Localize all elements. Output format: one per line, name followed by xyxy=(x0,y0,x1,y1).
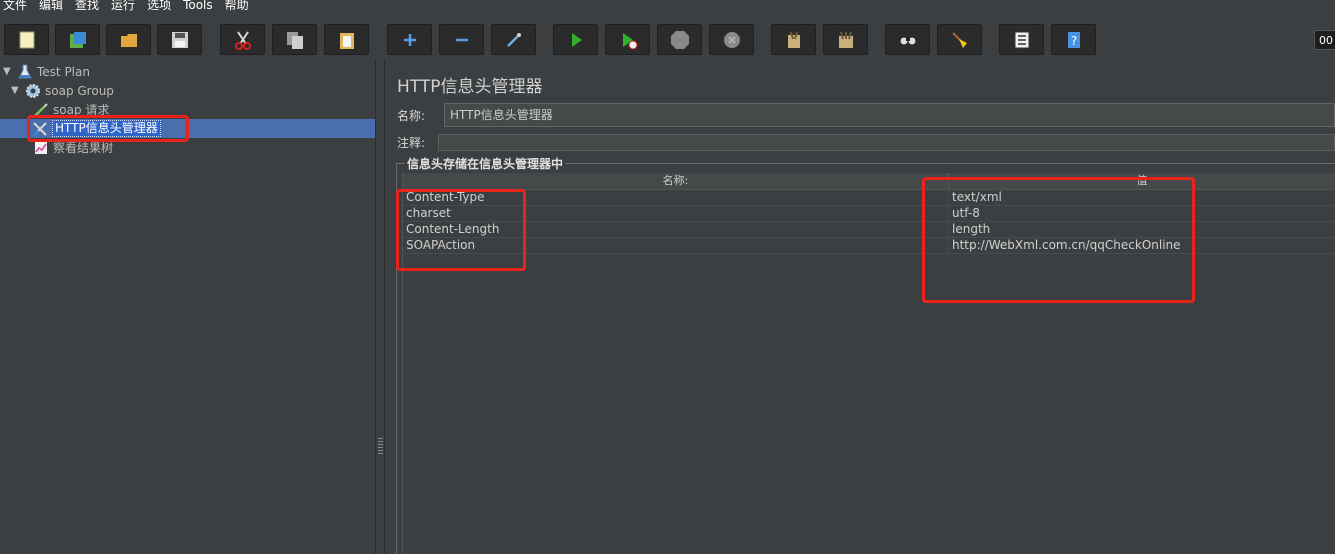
menu-file[interactable]: 文件 xyxy=(0,0,31,11)
comment-field-row: 注释: xyxy=(397,130,444,154)
tree-node-header-manager[interactable]: HTTP信息头管理器 xyxy=(32,119,161,138)
tree-label-result-tree: 察看结果树 xyxy=(53,141,114,155)
clear-all-button[interactable] xyxy=(823,24,868,55)
gear-icon xyxy=(26,83,40,98)
header-manager-panel: HTTP信息头管理器 名称: HTTP信息头管理器 注释: 信息头存储在信息头管… xyxy=(386,60,1335,554)
headers-table: 名称: 值 Content-Type text/xml charset utf-… xyxy=(402,173,1335,554)
header-name-cell[interactable]: SOAPAction xyxy=(403,238,949,253)
templates-button[interactable] xyxy=(55,24,100,55)
templates-icon xyxy=(69,31,86,48)
open-button[interactable] xyxy=(106,24,151,55)
clear-icon xyxy=(787,31,800,48)
panel-splitter[interactable] xyxy=(375,60,385,554)
new-icon xyxy=(19,31,34,48)
shutdown-button[interactable] xyxy=(709,24,754,55)
copy-icon xyxy=(286,31,303,49)
comment-label: 注释: xyxy=(397,135,426,150)
table-row[interactable]: Content-Type text/xml xyxy=(403,190,1335,206)
table-row[interactable]: charset utf-8 xyxy=(403,206,1335,222)
page-title: HTTP信息头管理器 xyxy=(397,77,543,97)
function-helper-button[interactable] xyxy=(999,24,1044,55)
headers-group-title: 信息头存储在信息头管理器中 xyxy=(405,155,566,172)
collapse-icon xyxy=(455,38,468,41)
menu-bar: 文件 编辑 查找 运行 选项 Tools 帮助 xyxy=(0,0,1335,16)
menu-tools[interactable]: Tools xyxy=(179,0,217,11)
header-name-cell[interactable]: Content-Length xyxy=(403,222,949,237)
header-name-cell[interactable]: charset xyxy=(403,206,949,221)
expand-arrow-icon[interactable]: ▼ xyxy=(11,85,21,96)
function-helper-icon xyxy=(1014,31,1029,48)
toolbar: ? 00 xyxy=(0,16,1335,60)
column-header-name[interactable]: 名称: xyxy=(403,173,949,189)
wrench-icon xyxy=(33,121,47,136)
column-header-value[interactable]: 值 xyxy=(949,173,1335,189)
header-value-cell[interactable]: http://WebXml.com.cn/qqCheckOnline xyxy=(949,238,1335,253)
shutdown-icon xyxy=(723,31,740,48)
tree-label-test-plan: Test Plan xyxy=(37,64,90,79)
chart-icon xyxy=(35,141,47,154)
tree-node-sampler[interactable]: soap 请求 xyxy=(33,100,109,119)
start-no-pauses-button[interactable] xyxy=(605,24,650,55)
tree-node-test-plan[interactable]: ▼ Test Plan xyxy=(3,62,90,81)
search-button[interactable] xyxy=(885,24,930,55)
name-label: 名称: xyxy=(397,108,426,123)
tree-label-header-manager: HTTP信息头管理器 xyxy=(52,120,161,137)
elapsed-time-readout: 00 xyxy=(1314,30,1335,50)
name-field-row: 名称: xyxy=(397,103,444,127)
start-button[interactable] xyxy=(553,24,598,55)
reset-search-button[interactable] xyxy=(937,24,982,55)
help-icon: ? xyxy=(1067,31,1080,48)
header-value-cell[interactable]: length xyxy=(949,222,1335,237)
stop-icon xyxy=(670,30,689,49)
clear-all-icon xyxy=(838,31,853,48)
table-row[interactable]: SOAPAction http://WebXml.com.cn/qqCheckO… xyxy=(403,238,1335,254)
tree-node-thread-group[interactable]: ▼ soap Group xyxy=(11,81,114,100)
tree-label-sampler: soap 请求 xyxy=(53,103,110,117)
paste-button[interactable] xyxy=(324,24,369,55)
toggle-icon xyxy=(506,32,521,47)
name-field[interactable]: HTTP信息头管理器 xyxy=(444,103,1335,127)
test-plan-icon xyxy=(18,64,32,78)
cut-button[interactable] xyxy=(220,24,265,55)
toggle-button[interactable] xyxy=(491,24,536,55)
comment-field[interactable] xyxy=(438,134,1335,151)
menu-search[interactable]: 查找 xyxy=(71,0,103,11)
save-icon xyxy=(171,31,188,48)
reset-search-icon xyxy=(951,31,967,48)
splitter-grip[interactable] xyxy=(378,438,383,456)
menu-run[interactable]: 运行 xyxy=(107,0,139,11)
save-button[interactable] xyxy=(157,24,202,55)
tree-label-thread-group: soap Group xyxy=(45,83,114,98)
table-header: 名称: 值 xyxy=(403,173,1335,190)
header-value-cell[interactable]: text/xml xyxy=(949,190,1335,205)
tree-node-result-tree[interactable]: 察看结果树 xyxy=(33,138,113,157)
expand-arrow-icon[interactable]: ▼ xyxy=(3,66,13,77)
start-icon xyxy=(571,32,582,47)
help-button[interactable]: ? xyxy=(1051,24,1096,55)
collapse-button[interactable] xyxy=(439,24,484,55)
start-no-pauses-icon xyxy=(622,32,637,49)
new-button[interactable] xyxy=(4,24,49,55)
expand-button[interactable] xyxy=(387,24,432,55)
search-icon xyxy=(899,36,916,45)
menu-help[interactable]: 帮助 xyxy=(221,0,253,11)
pipette-icon xyxy=(34,102,48,117)
cut-icon xyxy=(234,30,251,50)
menu-edit[interactable]: 编辑 xyxy=(35,0,67,11)
open-icon xyxy=(120,33,137,47)
clear-button[interactable] xyxy=(771,24,816,55)
test-plan-tree: ▼ Test Plan ▼ soap Group soap 请求 HTTP信息头… xyxy=(0,60,375,554)
expand-icon xyxy=(403,33,416,46)
stop-button[interactable] xyxy=(657,24,702,55)
paste-icon xyxy=(339,32,354,49)
svg-text:?: ? xyxy=(1070,34,1076,48)
copy-button[interactable] xyxy=(272,24,317,55)
header-value-cell[interactable]: utf-8 xyxy=(949,206,1335,221)
header-name-cell[interactable]: Content-Type xyxy=(403,190,949,205)
table-row[interactable]: Content-Length length xyxy=(403,222,1335,238)
menu-options[interactable]: 选项 xyxy=(143,0,175,11)
